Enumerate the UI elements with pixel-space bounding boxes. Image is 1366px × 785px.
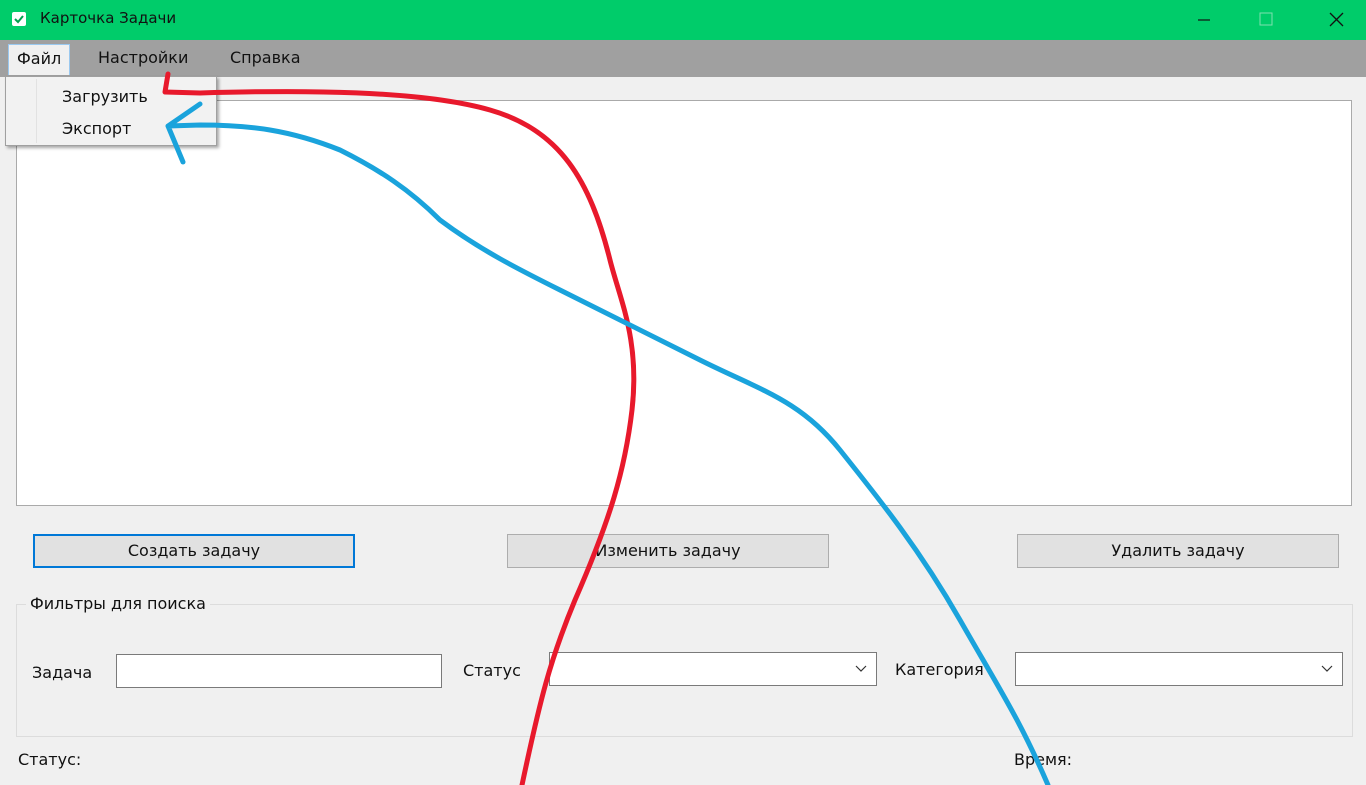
annotation-arrows <box>162 71 1051 785</box>
blue-annotation-arrow <box>165 101 1051 785</box>
app-window: Карточка Задачи Файл Настройки Справка С… <box>0 0 1366 785</box>
red-annotation-arrow <box>162 71 637 785</box>
